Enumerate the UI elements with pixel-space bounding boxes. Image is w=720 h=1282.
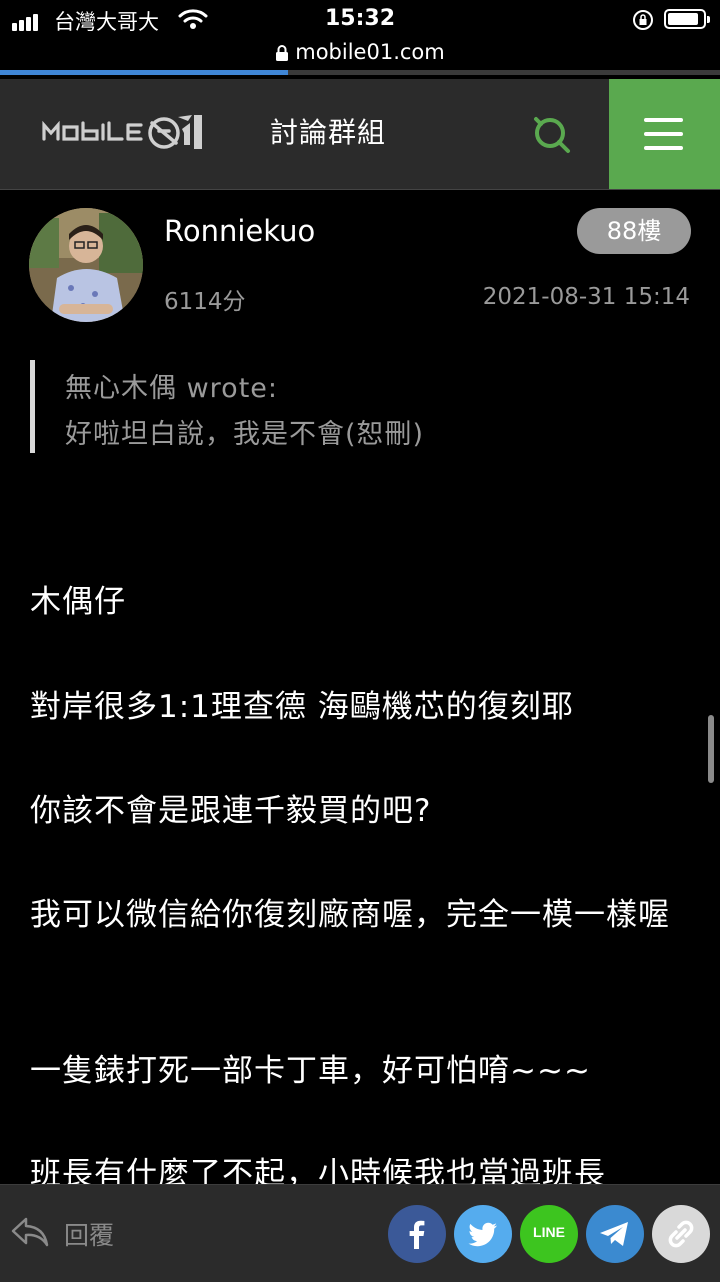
- page-load-progress: [0, 70, 720, 75]
- telegram-icon: [600, 1222, 628, 1246]
- progress-fill: [0, 70, 288, 75]
- menu-button[interactable]: [609, 79, 720, 189]
- post-paragraph: 木偶仔: [30, 584, 126, 620]
- user-score: 6114分: [164, 289, 246, 315]
- browser-url-bar[interactable]: mobile01.com: [0, 40, 720, 70]
- post-paragraph: 對岸很多1:1理查德 海鷗機芯的復刻耶: [30, 689, 574, 725]
- floor-badge[interactable]: 88樓: [577, 208, 691, 254]
- reply-button[interactable]: 回覆: [64, 1216, 114, 1252]
- orientation-lock-icon: [633, 10, 653, 30]
- share-telegram-button[interactable]: [586, 1205, 644, 1263]
- mobile01-logo[interactable]: [42, 109, 246, 153]
- quote-text: 好啦坦白說，我是不會(恕刪): [65, 419, 425, 450]
- quote-author: 無心木偶 wrote:: [65, 373, 278, 404]
- share-line-button[interactable]: LINE: [520, 1205, 578, 1263]
- post-paragraph: 我可以微信給你復刻廠商喔，完全一模一樣喔: [30, 897, 670, 933]
- search-icon[interactable]: [528, 113, 572, 157]
- clock: 15:32: [324, 6, 396, 31]
- link-icon: [668, 1220, 694, 1248]
- twitter-icon: [468, 1222, 497, 1247]
- copy-link-button[interactable]: [652, 1205, 710, 1263]
- scrollbar-thumb[interactable]: [708, 715, 714, 783]
- line-icon: LINE: [533, 1224, 565, 1240]
- reply-icon[interactable]: [10, 1215, 50, 1249]
- url-text: mobile01.com: [295, 40, 445, 64]
- username[interactable]: Ronniekuo: [164, 214, 315, 248]
- post-paragraph: 你該不會是跟連千毅買的吧?: [30, 793, 432, 829]
- post-timestamp: 2021-08-31 15:14: [482, 284, 690, 310]
- site-header: 討論群組: [0, 79, 720, 190]
- status-bar: 台灣大哥大 15:32: [0, 0, 720, 40]
- share-twitter-button[interactable]: [454, 1205, 512, 1263]
- share-facebook-button[interactable]: [388, 1205, 446, 1263]
- bottom-action-bar: 回覆 LINE: [0, 1184, 720, 1282]
- quote-block: 無心木偶 wrote: 好啦坦白說，我是不會(恕刪): [30, 360, 695, 453]
- post-header: Ronniekuo 88樓 6114分 2021-08-31 15:14: [0, 190, 720, 330]
- facebook-icon: [409, 1220, 425, 1249]
- user-avatar[interactable]: [29, 208, 143, 322]
- post-paragraph: 一隻錶打死一部卡丁車，好可怕唷~~~: [30, 1053, 591, 1089]
- padlock-icon: [276, 45, 289, 61]
- section-title[interactable]: 討論群組: [270, 111, 386, 151]
- battery-icon: [664, 9, 710, 29]
